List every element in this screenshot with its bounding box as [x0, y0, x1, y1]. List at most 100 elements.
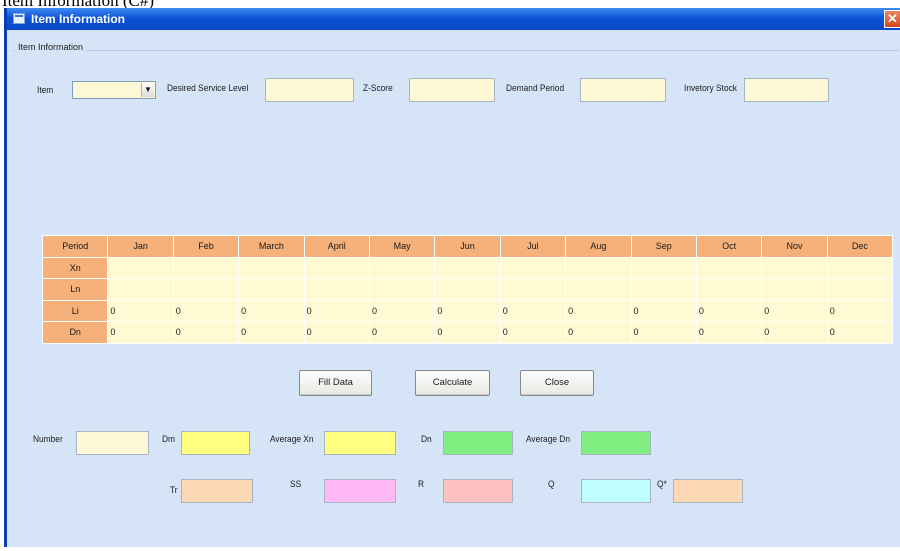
qstar-field[interactable]	[673, 479, 743, 503]
grid-cell[interactable]	[565, 278, 632, 301]
grid-cell[interactable]: 0	[630, 299, 697, 322]
number-field[interactable]	[76, 431, 149, 455]
number-label: Number	[33, 434, 63, 445]
monthly-data-grid: Period Jan Feb March April May Jun Jul A…	[41, 235, 894, 344]
grid-cell[interactable]	[107, 278, 174, 301]
grid-cell[interactable]: 0	[368, 321, 436, 344]
average-dn-label: Average Dn	[526, 434, 570, 445]
month-header: March	[238, 235, 305, 258]
month-header: Oct	[695, 235, 763, 258]
service-level-label: Desired Service Level	[167, 83, 249, 94]
average-xn-label: Average Xn	[270, 434, 314, 445]
ss-field[interactable]	[324, 479, 396, 503]
month-header: Feb	[172, 235, 240, 258]
grid-cell[interactable]	[761, 278, 828, 301]
grid-cell[interactable]: 0	[238, 321, 305, 344]
grid-cell[interactable]	[565, 256, 632, 279]
grid-cell[interactable]: 0	[565, 321, 632, 344]
close-window-icon[interactable]: ✕	[884, 10, 900, 28]
grid-cell[interactable]	[172, 256, 240, 279]
grid-cell[interactable]: 0	[368, 299, 436, 322]
month-header: Dec	[826, 235, 894, 258]
r-field[interactable]	[443, 479, 513, 503]
month-header: April	[303, 235, 370, 258]
grid-cell[interactable]	[368, 278, 436, 301]
window-icon	[13, 13, 25, 24]
item-label: Item	[37, 85, 54, 96]
grid-cell[interactable]	[826, 278, 894, 301]
grid-cell[interactable]: 0	[303, 321, 370, 344]
dm-field[interactable]	[181, 431, 250, 455]
grid-cell[interactable]	[368, 256, 436, 279]
item-select[interactable]: ▼	[72, 81, 156, 99]
grid-cell[interactable]	[303, 278, 370, 301]
grid-cell[interactable]: 0	[630, 321, 697, 344]
q-field[interactable]	[581, 479, 651, 503]
grid-cell[interactable]: 0	[499, 299, 567, 322]
grid-cell[interactable]: 0	[761, 321, 828, 344]
average-xn-field[interactable]	[324, 431, 396, 455]
table-row: Li 0 0 0 0 0 0 0 0 0 0 0 0	[41, 299, 894, 322]
grid-cell[interactable]: 0	[695, 321, 763, 344]
grid-cell[interactable]	[630, 278, 697, 301]
grid-cell[interactable]	[695, 278, 763, 301]
grid-cell[interactable]: 0	[565, 299, 632, 322]
table-row: Ln	[41, 278, 894, 301]
grid-cell[interactable]: 0	[238, 299, 305, 322]
table-row: Dn 0 0 0 0 0 0 0 0 0 0 0 0	[41, 321, 894, 344]
month-header: Nov	[761, 235, 828, 258]
group-label: Item Information	[15, 42, 87, 52]
grid-cell[interactable]: 0	[761, 299, 828, 322]
zscore-field[interactable]	[409, 78, 495, 102]
grid-cell[interactable]: 0	[695, 299, 763, 322]
row-header-ln: Ln	[41, 278, 109, 301]
grid-cell[interactable]	[499, 278, 567, 301]
grid-cell[interactable]: 0	[434, 299, 501, 322]
inventory-stock-field[interactable]	[744, 78, 829, 102]
grid-cell[interactable]: 0	[172, 299, 240, 322]
grid-cell[interactable]	[499, 256, 567, 279]
grid-cell[interactable]	[238, 256, 305, 279]
grid-cell[interactable]: 0	[303, 299, 370, 322]
dm-label: Dm	[162, 434, 176, 445]
grid-cell[interactable]	[761, 256, 828, 279]
grid-cell[interactable]	[630, 256, 697, 279]
grid-cell[interactable]: 0	[826, 321, 894, 344]
demand-period-field[interactable]	[580, 78, 666, 102]
demand-period-label: Demand Period	[506, 83, 565, 94]
r-label: R	[418, 479, 425, 490]
grid-cell[interactable]: 0	[499, 321, 567, 344]
grid-cell[interactable]	[238, 278, 305, 301]
grid-cell[interactable]	[303, 256, 370, 279]
grid-cell[interactable]	[434, 256, 501, 279]
dn-field[interactable]	[443, 431, 513, 455]
grid-cell[interactable]: 0	[826, 299, 894, 322]
grid-header-row: Period Jan Feb March April May Jun Jul A…	[41, 235, 894, 258]
grid-cell[interactable]: 0	[107, 321, 174, 344]
month-header: Jun	[434, 235, 501, 258]
grid-cell[interactable]	[695, 256, 763, 279]
qstar-label: Q*	[657, 479, 667, 490]
month-header: Jul	[499, 235, 567, 258]
chevron-down-icon[interactable]: ▼	[141, 83, 154, 97]
close-button[interactable]: Close	[520, 370, 594, 396]
service-level-field[interactable]	[265, 78, 354, 102]
month-header: Sep	[630, 235, 697, 258]
grid-cell[interactable]: 0	[172, 321, 240, 344]
row-header-li: Li	[41, 299, 109, 322]
grid-cell[interactable]	[434, 278, 501, 301]
period-header: Period	[41, 235, 109, 258]
calculate-button[interactable]: Calculate	[415, 370, 490, 396]
table-row: Xn	[41, 256, 894, 279]
tr-label: Tr	[170, 485, 178, 496]
average-dn-field[interactable]	[581, 431, 651, 455]
grid-cell[interactable]: 0	[434, 321, 501, 344]
grid-cell[interactable]	[107, 256, 174, 279]
grid-cell[interactable]: 0	[107, 299, 174, 322]
title-bar[interactable]: Item Information ✕	[7, 8, 900, 30]
grid-cell[interactable]	[826, 256, 894, 279]
grid-cell[interactable]	[172, 278, 240, 301]
fill-data-button[interactable]: Fill Data	[299, 370, 372, 396]
item-information-window: Item Information ✕ Item Information Item…	[4, 8, 900, 547]
tr-field[interactable]	[181, 479, 253, 503]
